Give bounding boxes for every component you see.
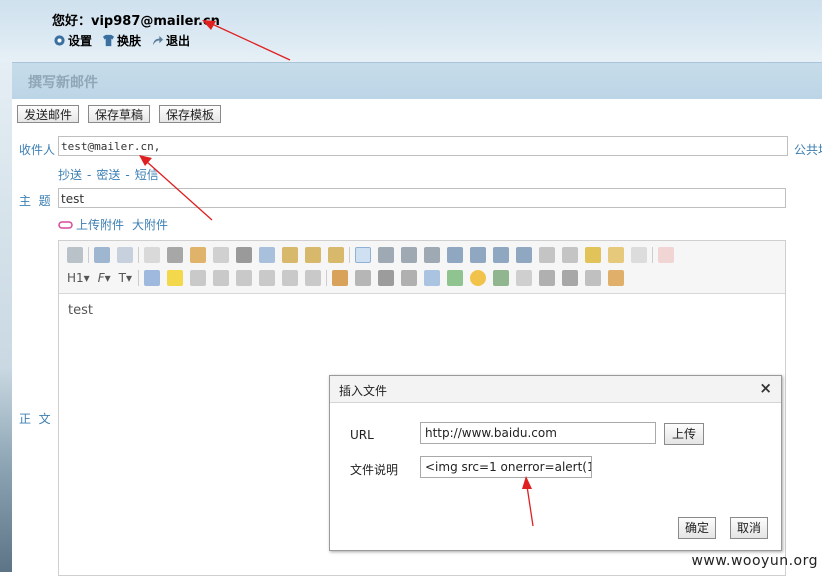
annotation-arrow-description — [522, 476, 534, 527]
watermark: www.wooyun.org — [691, 553, 818, 569]
